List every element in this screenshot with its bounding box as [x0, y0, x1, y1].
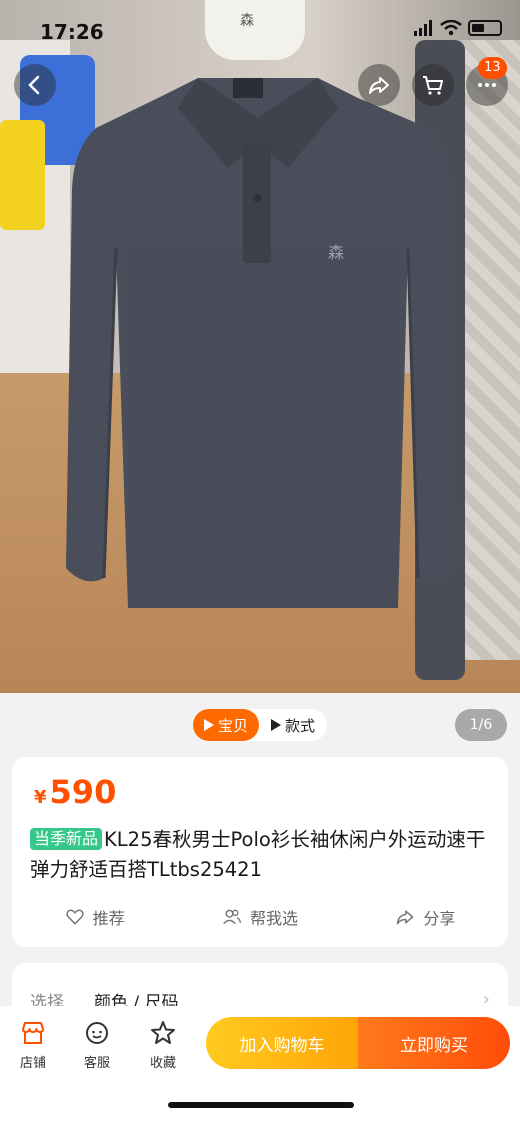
cellular-icon — [414, 20, 432, 36]
wifi-icon — [440, 20, 462, 36]
battery-icon — [468, 20, 502, 36]
product-info-card: ¥ 590 当季新品 KL25春秋男士Polo衫长袖休闲户外运动速干弹力舒适百搭T… — [12, 757, 508, 947]
gallery-tabs: 宝贝 款式 — [193, 709, 327, 741]
play-icon — [203, 719, 214, 731]
customer-service-label: 客服 — [83, 1056, 110, 1071]
price-value: 590 — [49, 773, 117, 811]
customer-service-button[interactable]: 客服 — [72, 1020, 122, 1071]
tab-label: 款式 — [284, 716, 315, 735]
home-indicator — [168, 1102, 354, 1108]
status-icons — [414, 20, 502, 36]
product-title-block[interactable]: 当季新品 KL25春秋男士Polo衫长袖休闲户外运动速干弹力舒适百搭TLtbs25… — [30, 825, 502, 885]
recommend-button[interactable]: 推荐 — [12, 902, 177, 932]
favorite-label: 收藏 — [149, 1056, 176, 1071]
add-to-cart-button[interactable]: 加入购物车 — [206, 1017, 358, 1069]
buy-now-button[interactable]: 立即购买 — [358, 1017, 510, 1069]
favorite-button[interactable]: 收藏 — [138, 1020, 188, 1071]
chevron-left-icon — [28, 75, 40, 95]
customer-service-icon — [86, 1022, 108, 1044]
product-actions: 推荐 帮我选 分享 — [12, 902, 508, 932]
notification-badge: 13 — [478, 57, 507, 79]
action-label: 推荐 — [92, 909, 125, 928]
people-icon — [223, 909, 241, 925]
hanger — [205, 0, 305, 60]
share-button[interactable] — [358, 64, 400, 106]
tab-product[interactable]: 宝贝 — [193, 709, 259, 741]
share-product-button[interactable]: 分享 — [343, 902, 508, 932]
cart-button[interactable] — [412, 64, 454, 106]
help-me-choose-button[interactable]: 帮我选 — [177, 902, 342, 932]
action-label: 帮我选 — [249, 909, 298, 928]
polo-shirt-illustration: 森 — [66, 78, 458, 608]
status-time: 17:26 — [40, 20, 104, 44]
play-icon — [270, 719, 281, 731]
share-arrow-icon — [369, 77, 389, 94]
hanger-logo: 森 — [240, 13, 254, 29]
new-season-badge: 当季新品 — [30, 828, 103, 850]
image-page-counter: 1/6 — [455, 709, 507, 741]
cart-icon — [423, 76, 443, 95]
star-icon — [151, 1021, 175, 1044]
action-label: 分享 — [423, 909, 456, 928]
heart-icon — [65, 909, 84, 925]
price: ¥ 590 — [34, 773, 116, 811]
store-icon — [22, 1022, 44, 1044]
tab-style[interactable]: 款式 — [259, 715, 327, 736]
tab-label: 宝贝 — [217, 716, 248, 735]
share-icon — [397, 910, 414, 925]
store-label: 店铺 — [19, 1056, 46, 1071]
currency-symbol: ¥ — [34, 787, 47, 808]
back-button[interactable] — [14, 64, 56, 106]
svg-text:森: 森 — [328, 243, 344, 262]
store-button[interactable]: 店铺 — [8, 1020, 58, 1071]
